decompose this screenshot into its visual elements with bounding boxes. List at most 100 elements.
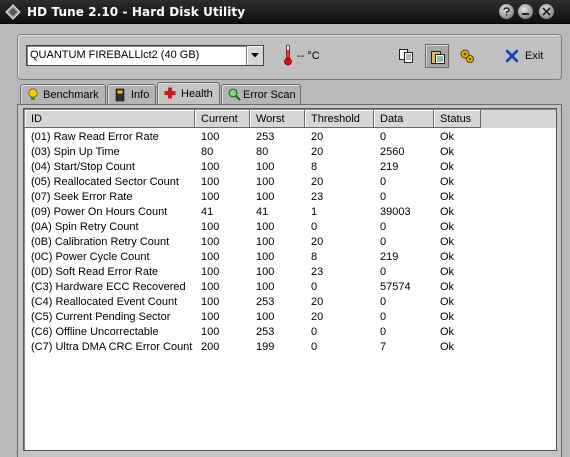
- raw-data-value: 39003: [380, 206, 411, 218]
- table-row[interactable]: (C5) Current Pending Sector 100 100 20 0 Ok: [25, 310, 556, 325]
- tab-benchmark[interactable]: Benchmark: [20, 84, 106, 104]
- worst-value: 100: [256, 311, 275, 323]
- attribute-id: (0B) Calibration Retry Count: [31, 236, 170, 248]
- exit-button[interactable]: Exit: [501, 45, 557, 67]
- status-value: Ok: [440, 221, 455, 233]
- column-header-current[interactable]: Current: [195, 110, 250, 128]
- column-header-status[interactable]: Status: [434, 110, 481, 128]
- current-value: 100: [201, 326, 220, 338]
- status-value: Ok: [440, 206, 455, 218]
- attribute-id: (07) Seek Error Rate: [31, 191, 133, 203]
- raw-data-value: 0: [380, 191, 387, 203]
- smart-attributes-list[interactable]: ID Current Worst Threshold Data Status (…: [23, 108, 557, 451]
- worst-value: 100: [256, 251, 275, 263]
- threshold-value: 20: [311, 296, 324, 308]
- attribute-id: (C7) Ultra DMA CRC Error Count: [31, 341, 193, 353]
- raw-data-value: 7: [380, 341, 387, 353]
- copy-to-clipboard-button[interactable]: [425, 44, 449, 68]
- current-value: 100: [201, 176, 220, 188]
- tab-health-label: Health: [181, 88, 213, 100]
- table-row[interactable]: (0B) Calibration Retry Count 100 100 20 0 Ok: [25, 235, 556, 250]
- table-row[interactable]: (04) Start/Stop Count 100 100 8 219 Ok: [25, 160, 556, 175]
- thermometer-icon: [284, 44, 292, 66]
- attribute-id: (0C) Power Cycle Count: [31, 251, 150, 263]
- status-value: Ok: [440, 281, 455, 293]
- window-title: HD Tune 2.10 - Hard Disk Utility: [27, 5, 246, 19]
- title-bar[interactable]: HD Tune 2.10 - Hard Disk Utility: [0, 0, 570, 24]
- worst-value: 100: [256, 266, 275, 278]
- threshold-value: 20: [311, 176, 324, 188]
- attribute-id: (0D) Soft Read Error Rate: [31, 266, 159, 278]
- threshold-value: 20: [311, 146, 324, 158]
- table-row[interactable]: (C3) Hardware ECC Recovered 100 100 0 57574 O…: [25, 280, 556, 295]
- table-row[interactable]: (0D) Soft Read Error Rate 100 100 23 0 Ok: [25, 265, 556, 280]
- column-header-worst[interactable]: Worst: [250, 110, 305, 128]
- copy-button[interactable]: [394, 44, 418, 68]
- current-value: 100: [201, 236, 220, 248]
- attribute-id: (09) Power On Hours Count: [31, 206, 168, 218]
- table-row[interactable]: (01) Raw Read Error Rate 100 253 20 0 Ok: [25, 130, 556, 145]
- raw-data-value: 57574: [380, 281, 411, 293]
- table-row[interactable]: (05) Reallocated Sector Count 100 100 20 0 Ok: [25, 175, 556, 190]
- tab-error-scan[interactable]: Error Scan: [221, 84, 301, 104]
- app-icon[interactable]: [5, 4, 21, 20]
- raw-data-value: 0: [380, 221, 387, 233]
- current-value: 100: [201, 161, 220, 173]
- minimize-button[interactable]: [517, 3, 534, 20]
- help-button[interactable]: [498, 3, 515, 20]
- worst-value: 41: [256, 206, 269, 218]
- tab-benchmark-label: Benchmark: [43, 89, 99, 101]
- raw-data-value: 0: [380, 176, 387, 188]
- close-button[interactable]: [538, 3, 555, 20]
- worst-value: 100: [256, 221, 275, 233]
- exit-x-icon: [505, 49, 519, 63]
- column-header-data[interactable]: Data: [374, 110, 434, 128]
- exit-label: Exit: [525, 50, 544, 62]
- current-value: 100: [201, 191, 220, 203]
- table-row[interactable]: (C6) Offline Uncorrectable 100 253 0 0 Ok: [25, 325, 556, 340]
- table-row[interactable]: (C7) Ultra DMA CRC Error Count 200 199 0 7 Ok: [25, 340, 556, 355]
- raw-data-value: 0: [380, 266, 387, 278]
- options-button[interactable]: [455, 44, 479, 68]
- current-value: 100: [201, 251, 220, 263]
- worst-value: 199: [256, 341, 275, 353]
- worst-value: 80: [256, 146, 269, 158]
- threshold-value: 23: [311, 191, 324, 203]
- raw-data-value: 0: [380, 131, 387, 143]
- attribute-id: (C6) Offline Uncorrectable: [31, 326, 159, 338]
- table-row[interactable]: (0A) Spin Retry Count 100 100 0 0 Ok: [25, 220, 556, 235]
- current-value: 100: [201, 311, 220, 323]
- threshold-value: 8: [311, 161, 318, 173]
- tab-info-label: Info: [131, 89, 150, 101]
- options-icon: [460, 49, 474, 63]
- column-header-threshold[interactable]: Threshold: [305, 110, 374, 128]
- status-value: Ok: [440, 176, 455, 188]
- attribute-id: (0A) Spin Retry Count: [31, 221, 139, 233]
- tab-health[interactable]: Health: [157, 82, 220, 104]
- table-row[interactable]: (0C) Power Cycle Count 100 100 8 219 Ok: [25, 250, 556, 265]
- table-row[interactable]: (09) Power On Hours Count 41 41 1 39003 Ok: [25, 205, 556, 220]
- current-value: 100: [201, 281, 220, 293]
- worst-value: 100: [256, 281, 275, 293]
- status-value: Ok: [440, 266, 455, 278]
- column-header-id[interactable]: ID: [25, 110, 195, 128]
- table-row[interactable]: (C4) Reallocated Event Count 100 253 20 0 Ok: [25, 295, 556, 310]
- status-value: Ok: [440, 161, 455, 173]
- attribute-id: (04) Start/Stop Count: [31, 161, 135, 173]
- current-value: 100: [201, 221, 220, 233]
- table-row[interactable]: (07) Seek Error Rate 100 100 23 0 Ok: [25, 190, 556, 205]
- current-value: 200: [201, 341, 220, 353]
- current-value: 100: [201, 266, 220, 278]
- health-panel: ID Current Worst Threshold Data Status (…: [17, 104, 562, 457]
- tab-error-scan-label: Error Scan: [243, 89, 296, 101]
- tab-info[interactable]: Info: [107, 84, 156, 104]
- status-value: Ok: [440, 191, 455, 203]
- attribute-id: (C5) Current Pending Sector: [31, 311, 171, 323]
- drive-select-arrow[interactable]: [246, 46, 263, 65]
- table-row[interactable]: (03) Spin Up Time 80 80 20 2560 Ok: [25, 145, 556, 160]
- drive-select[interactable]: QUANTUM FIREBALLlct2 (40 GB): [26, 45, 264, 66]
- threshold-value: 20: [311, 236, 324, 248]
- raw-data-value: 0: [380, 326, 387, 338]
- status-value: Ok: [440, 311, 455, 323]
- toolbar: QUANTUM FIREBALLlct2 (40 GB) -- °C Exit: [17, 34, 562, 80]
